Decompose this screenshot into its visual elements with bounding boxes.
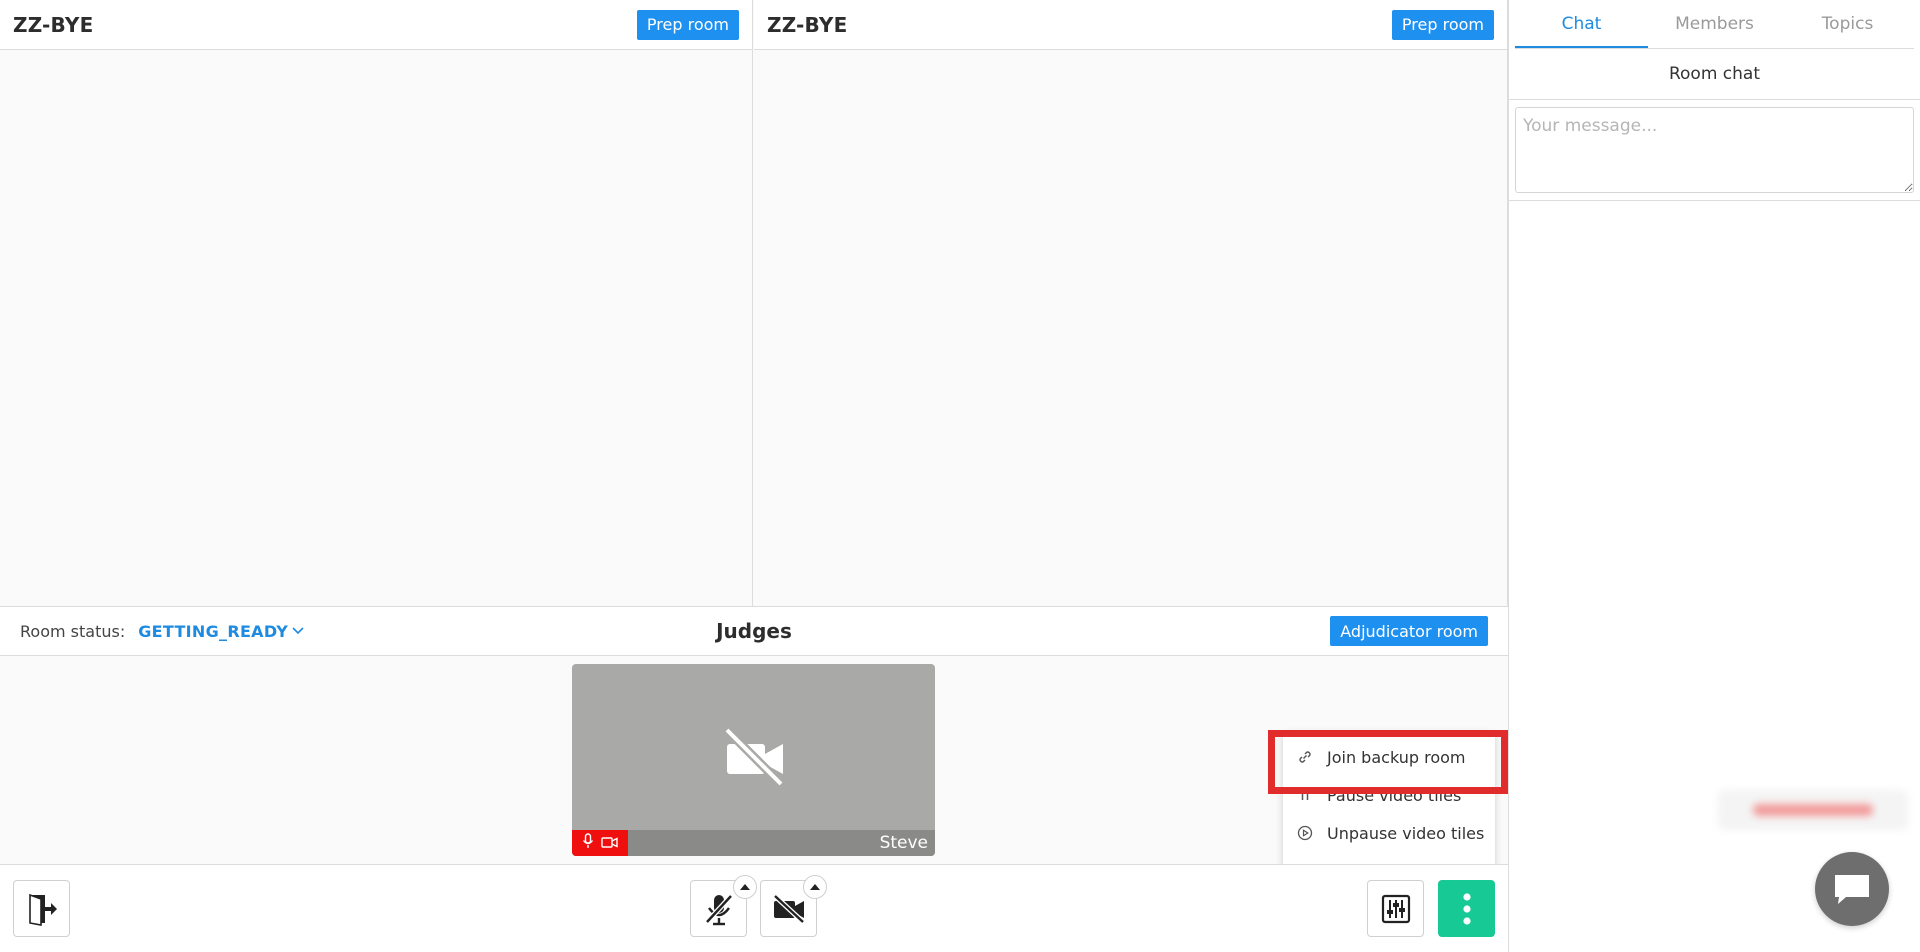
sidebar-tabs: Chat Members Topics (1515, 0, 1914, 49)
pane-title: ZZ-BYE (13, 12, 94, 37)
room-status-label: Room status: (20, 621, 126, 641)
muted-indicators (572, 830, 628, 856)
more-vertical-icon (1462, 892, 1471, 925)
chevron-down-icon[interactable] (292, 624, 304, 639)
pane-header: ZZ-BYE Prep room (0, 0, 752, 50)
menu-item-label: Join backup room (1327, 747, 1466, 767)
settings-button[interactable] (1367, 880, 1424, 937)
settings-sliders-icon (1381, 894, 1410, 923)
prep-room-button[interactable]: Prep room (636, 9, 739, 40)
menu-item-unpause-video-tiles[interactable]: Unpause video tiles (1283, 814, 1495, 852)
mic-options-caret[interactable] (733, 875, 757, 899)
tab-members[interactable]: Members (1648, 0, 1781, 48)
caret-up-icon (740, 884, 750, 890)
debate-pane-left: ZZ-BYE Prep room (0, 0, 753, 606)
room-chat-title: Room chat (1509, 49, 1920, 100)
video-tile: Steve (572, 664, 935, 856)
camera-options-caret[interactable] (803, 875, 827, 899)
chat-message-input[interactable] (1515, 107, 1914, 193)
menu-item-join-backup-room[interactable]: Join backup room (1283, 738, 1495, 776)
play-circle-icon (1297, 825, 1313, 841)
chat-input-wrapper (1509, 100, 1920, 201)
pause-icon (1301, 790, 1309, 800)
menu-item-label: Pause video tiles (1327, 785, 1462, 805)
judges-bar: Room status: GETTING_READY Judges Adjudi… (0, 606, 1508, 656)
judges-area: Steve (0, 656, 1508, 864)
pane-title: ZZ-BYE (767, 12, 848, 37)
blurred-notification (1718, 790, 1908, 830)
bottom-toolbar (0, 864, 1508, 952)
more-options-button[interactable] (1438, 880, 1495, 937)
debate-pane-right: ZZ-BYE Prep room (754, 0, 1508, 606)
pane-header: ZZ-BYE Prep room (754, 0, 1507, 50)
more-options-menu: Join backup room Pause video tiles Unpau… (1283, 732, 1495, 872)
tab-topics[interactable]: Topics (1781, 0, 1914, 48)
tab-chat[interactable]: Chat (1515, 0, 1648, 48)
camera-off-icon (601, 834, 618, 853)
leave-room-button[interactable] (13, 880, 70, 937)
prep-room-button[interactable]: Prep room (1391, 9, 1494, 40)
tile-footer: Steve (572, 830, 935, 856)
camera-off-icon (772, 893, 805, 924)
menu-item-label: Unpause video tiles (1327, 823, 1485, 843)
adjudicator-room-button[interactable]: Adjudicator room (1330, 616, 1488, 646)
support-chat-button[interactable] (1815, 852, 1889, 926)
caret-up-icon (810, 884, 820, 890)
participant-name: Steve (879, 833, 928, 853)
menu-item-pause-video-tiles[interactable]: Pause video tiles (1283, 776, 1495, 814)
mic-off-icon (582, 833, 594, 853)
exit-room-icon (28, 893, 57, 926)
link-icon (1299, 751, 1311, 763)
mic-off-icon (704, 893, 733, 925)
camera-off-icon (723, 726, 787, 794)
chat-bubble-icon (1835, 875, 1869, 904)
room-status-dropdown[interactable]: GETTING_READY (138, 622, 288, 641)
